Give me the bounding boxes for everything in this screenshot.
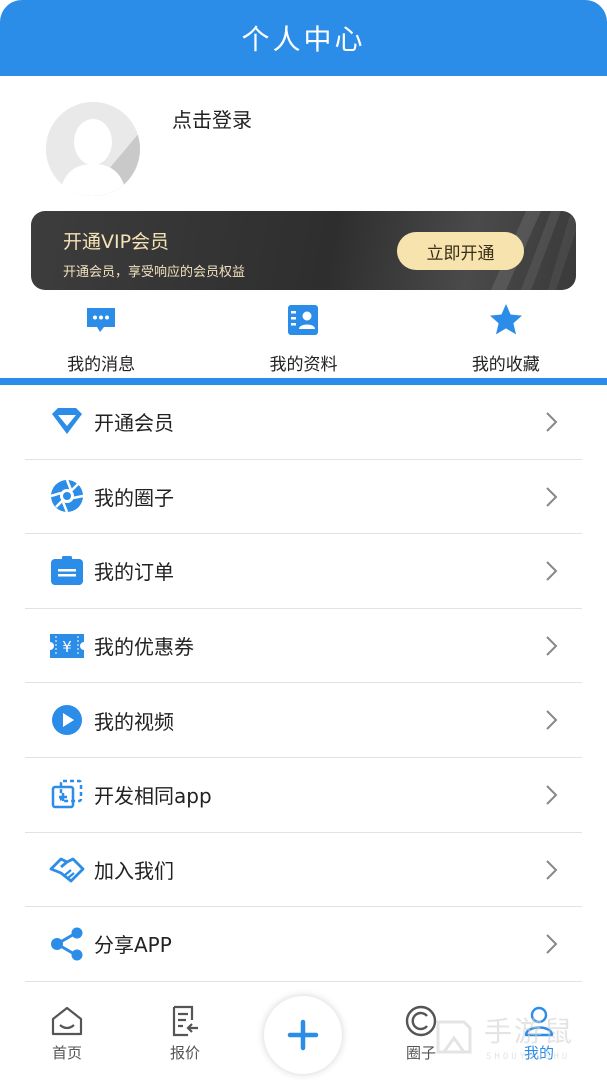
tab-quote[interactable]: 报价 <box>145 1004 225 1063</box>
chevron-right-icon <box>546 859 558 880</box>
chevron-right-icon <box>546 785 558 805</box>
chevron-right-icon <box>546 636 558 656</box>
vip-title: 开通VIP会员 <box>63 231 170 253</box>
tab-label: 首页 <box>51 1044 82 1062</box>
menu-item-develop-app[interactable]: 开发相同app <box>25 758 582 833</box>
page-title: 个人中心 <box>241 23 366 56</box>
chevron-right-icon <box>546 561 558 581</box>
watermark-logo-icon <box>436 1020 472 1054</box>
order-icon <box>49 553 85 589</box>
quick-link-label: 我的资料 <box>269 355 338 375</box>
aperture-icon <box>49 478 85 514</box>
menu-item-join-us[interactable]: 加入我们 <box>25 833 582 908</box>
menu-item-label: 开通会员 <box>94 411 174 436</box>
quote-icon <box>172 1005 198 1037</box>
menu-item-orders[interactable]: 我的订单 <box>25 534 582 609</box>
home-icon <box>51 1006 83 1036</box>
quick-link-messages[interactable]: 我的消息 <box>0 296 202 378</box>
share-icon <box>49 926 85 962</box>
watermark-sub: SHOUYOUSHU <box>486 1052 571 1062</box>
menu-item-label: 分享APP <box>94 933 172 958</box>
chevron-right-icon <box>546 934 558 954</box>
menu-item-label: 我的视频 <box>94 709 174 734</box>
svg-text:¥: ¥ <box>62 638 72 656</box>
menu-item-coupons[interactable]: ¥ 我的优惠券 <box>25 609 582 684</box>
profile-card-icon <box>288 305 319 335</box>
login-link[interactable]: 点击登录 <box>172 104 252 133</box>
plus-icon <box>287 1019 319 1051</box>
app-header: 个人中心 <box>0 0 607 76</box>
menu-item-videos[interactable]: 我的视频 <box>25 683 582 758</box>
copy-app-icon <box>49 777 85 813</box>
video-play-icon <box>49 702 85 738</box>
handshake-icon <box>49 851 85 887</box>
diamond-icon <box>49 404 85 440</box>
chevron-right-icon <box>546 486 558 507</box>
menu-item-label: 我的圈子 <box>94 485 174 510</box>
chevron-right-icon <box>546 710 558 731</box>
watermark: 手游鼠 SHOUYOUSHU <box>430 1006 600 1072</box>
vip-banner[interactable]: 开通VIP会员 开通会员，享受响应的会员权益 立即开通 <box>31 211 576 290</box>
quick-link-favorites[interactable]: 我的收藏 <box>405 296 607 378</box>
tab-home[interactable]: 首页 <box>27 1004 107 1063</box>
menu-item-vip[interactable]: 开通会员 <box>25 385 582 460</box>
add-button[interactable] <box>264 996 342 1074</box>
menu-list: 开通会员 我的圈子 我的订单 ¥ 我的优惠券 我的视频 开发相同app 加入我们… <box>25 385 582 982</box>
star-icon <box>489 304 522 335</box>
chevron-right-icon <box>546 412 558 432</box>
quick-link-label: 我的消息 <box>67 355 136 375</box>
menu-item-label: 我的订单 <box>94 560 174 585</box>
menu-item-label: 开发相同app <box>94 784 212 809</box>
default-avatar-icon[interactable] <box>46 102 140 196</box>
tab-label: 报价 <box>169 1044 200 1062</box>
section-divider <box>0 378 607 385</box>
coupon-icon: ¥ <box>49 628 85 664</box>
vip-open-button[interactable]: 立即开通 <box>397 232 524 270</box>
quick-links: 我的消息 我的资料 我的收藏 <box>0 296 607 378</box>
quick-link-profile[interactable]: 我的资料 <box>202 296 404 378</box>
watermark-text: 手游鼠 <box>484 1015 575 1048</box>
menu-item-share[interactable]: 分享APP <box>25 907 582 982</box>
vip-subtitle: 开通会员，享受响应的会员权益 <box>63 265 246 280</box>
menu-item-label: 我的优惠券 <box>94 635 194 660</box>
menu-item-label: 加入我们 <box>94 858 174 883</box>
quick-link-label: 我的收藏 <box>471 355 540 375</box>
menu-item-circles[interactable]: 我的圈子 <box>25 460 582 535</box>
profile-section[interactable]: 点击登录 <box>0 76 607 206</box>
message-icon <box>87 308 116 332</box>
